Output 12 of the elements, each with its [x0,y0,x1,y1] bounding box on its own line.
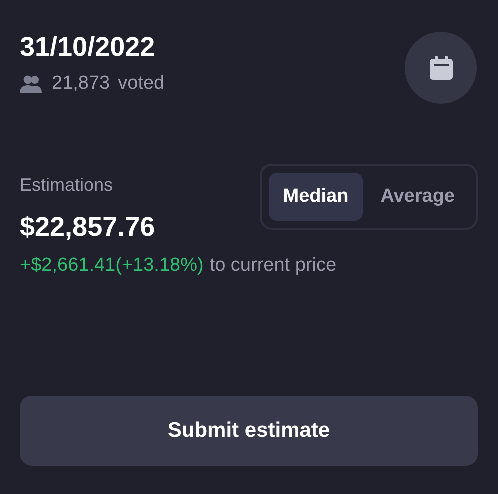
voted-label: voted [118,72,165,96]
price-change: +$2,661.41(+13.18%) [20,254,204,278]
mode-tab[interactable]: Median [269,173,363,221]
people-icon [20,75,44,94]
submit-button[interactable]: Submit estimate [20,396,478,466]
estimate-value: $22,857.76 [20,211,156,244]
estimations-label: Estimations [20,174,114,196]
price-change-caption: to current price [210,254,337,278]
mode-tab[interactable]: Average [366,173,469,221]
date-heading: 31/10/2022 [20,31,156,64]
vote-count: 21,873 [52,72,110,96]
calendar-icon [428,56,454,80]
